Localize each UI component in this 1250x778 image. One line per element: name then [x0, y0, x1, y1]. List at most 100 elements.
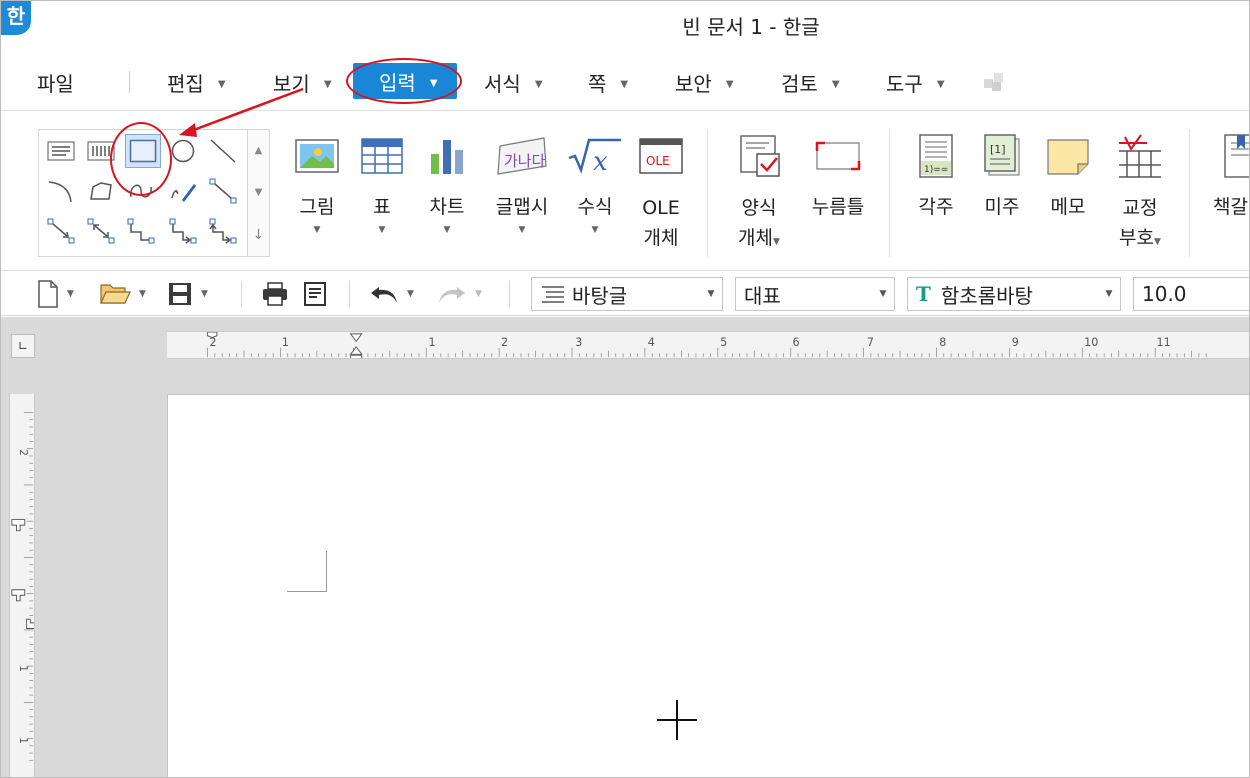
undo-button[interactable]: ▼: [369, 280, 414, 308]
insert-picture-label: 그림: [299, 196, 335, 218]
menu-tools-label: 도구: [886, 72, 923, 96]
paragraph-style-select[interactable]: 바탕글 ▼: [531, 277, 723, 311]
chevron-down-icon: ▼: [831, 79, 840, 90]
insert-wordart-button[interactable]: 가나다 글맵시 ▼: [489, 133, 555, 235]
insert-form-label-line2: 개체: [738, 227, 774, 249]
language-value: 대표: [744, 283, 781, 308]
form-checkbox-icon: [740, 135, 780, 177]
shape-arc-icon[interactable]: [45, 176, 77, 206]
connector-elbow-arrow-icon[interactable]: [167, 216, 199, 246]
font-size-input[interactable]: 10.0: [1133, 277, 1249, 311]
app-logo-icon[interactable]: 한: [1, 1, 31, 35]
insert-endnote-button[interactable]: [1] 미주: [975, 133, 1029, 221]
page-margin-corner-mark: [287, 551, 327, 592]
insert-formula-button[interactable]: x 수식 ▼: [565, 133, 625, 235]
menu-file[interactable]: 파일: [37, 68, 74, 97]
insert-ole-button[interactable]: OLE OLE 개체: [635, 133, 687, 253]
ruler-label: 9: [1012, 336, 1019, 349]
insert-bookmark-label: 책갈: [1213, 196, 1248, 218]
menu-review-label: 검토: [781, 72, 818, 96]
indent-marker-icon[interactable]: [349, 333, 363, 359]
svg-text:[1]: [1]: [990, 143, 1006, 156]
font-size-value: 10.0: [1142, 282, 1187, 306]
insert-press-frame-label: 누름틀: [811, 196, 865, 218]
font-select[interactable]: T 함초롬바탕 ▼: [907, 277, 1121, 311]
open-document-button[interactable]: ▼: [99, 280, 146, 308]
insert-form-object-button[interactable]: 양식 개체▼: [729, 133, 789, 257]
menu-tools[interactable]: 도구 ▼: [886, 68, 945, 97]
tab-stop-corner-icon[interactable]: ∟: [11, 334, 35, 358]
top-margin-marker-icon[interactable]: [11, 519, 26, 532]
new-document-icon: [38, 280, 58, 308]
insert-proofreading-mark-button[interactable]: 교정 부호▼: [1107, 133, 1173, 257]
shape-polygon-icon[interactable]: [85, 176, 117, 206]
print-preview-button[interactable]: [303, 280, 327, 308]
ruler-label: 6: [793, 336, 800, 349]
new-document-button[interactable]: ▼: [37, 280, 74, 308]
body-marker-icon[interactable]: [26, 618, 35, 629]
connector-double-arrow-icon[interactable]: [85, 216, 117, 246]
ribbon-separator: [889, 129, 890, 257]
shape-connector-icon[interactable]: [207, 176, 239, 206]
menu-format-label: 서식: [484, 72, 521, 96]
save-icon: [169, 283, 191, 305]
menu-security-label: 보안: [675, 72, 712, 96]
svg-text:x: x: [593, 147, 608, 176]
connector-elbow-double-arrow-icon[interactable]: [207, 216, 239, 246]
save-button[interactable]: ▼: [167, 280, 208, 308]
horizontal-ruler[interactable]: 2 1 1 2 3 4 5 6 7 8 9 10 11: [167, 331, 1250, 359]
toolbar-separator: [349, 281, 350, 307]
menu-page-label: 쪽: [588, 72, 607, 96]
language-select[interactable]: 대표 ▼: [735, 277, 895, 311]
insert-ole-label-line2: 개체: [643, 227, 679, 249]
menu-security[interactable]: 보안 ▼: [675, 68, 734, 97]
insert-chart-button[interactable]: 차트 ▼: [419, 133, 475, 235]
ruler-ticks: [23, 412, 34, 761]
crosshair-cursor-icon: [657, 700, 697, 740]
header-marker-icon[interactable]: [11, 589, 26, 602]
menu-review[interactable]: 검토 ▼: [781, 68, 840, 97]
chevron-down-icon: ▼: [620, 79, 629, 90]
insert-endnote-label: 미주: [984, 196, 1020, 218]
chevron-down-icon: ▼: [707, 289, 715, 299]
endnote-icon: [1]: [984, 134, 1020, 176]
standard-toolbar: ▼ ▼ ▼ ▼ ▼ 바탕글 ▼ 대표 ▼ T 함초롬바탕 ▼ 10.0: [1, 272, 1249, 316]
chevron-down-icon: ▼: [534, 79, 543, 90]
insert-press-frame-button[interactable]: 누름틀: [805, 133, 871, 221]
insert-chart-label: 차트: [429, 196, 465, 218]
print-button[interactable]: [261, 280, 289, 308]
ruler-label: 10: [1084, 336, 1098, 349]
font-value: 함초롬바탕: [940, 283, 1033, 308]
print-preview-icon: [304, 282, 326, 306]
insert-footnote-label: 각주: [918, 196, 954, 218]
ribbon-options-icon[interactable]: [981, 69, 1007, 95]
insert-footnote-button[interactable]: 1)== 각주: [909, 133, 963, 221]
shape-freehand-pen-icon[interactable]: [167, 176, 199, 206]
connector-straight-arrow-icon[interactable]: [45, 216, 77, 246]
ruler-label: 4: [648, 336, 655, 349]
menu-format[interactable]: 서식 ▼: [484, 68, 543, 97]
ruler-label: 11: [1157, 336, 1171, 349]
table-icon: [361, 138, 403, 174]
insert-memo-button[interactable]: 메모: [1041, 133, 1095, 221]
document-page[interactable]: [167, 394, 1249, 777]
menu-file-label: 파일: [37, 72, 74, 96]
vertical-ruler[interactable]: 2112: [9, 394, 35, 778]
memo-icon: [1047, 139, 1089, 175]
shape-textbox-icon[interactable]: [45, 136, 77, 166]
ruler-label: 2: [209, 336, 216, 349]
open-folder-icon: [100, 284, 131, 304]
chevron-down-icon: ▼: [725, 79, 734, 90]
ruler-labels: 2112: [17, 449, 28, 743]
formula-sqrt-icon: x: [568, 138, 621, 176]
menu-page[interactable]: 쪽 ▼: [588, 68, 628, 97]
bookmark-icon: [1224, 134, 1249, 178]
insert-form-label-line1: 양식: [741, 197, 777, 219]
insert-table-button[interactable]: 표 ▼: [357, 133, 407, 235]
expand-gallery-icon[interactable]: ↓: [248, 214, 269, 256]
connector-elbow-icon[interactable]: [125, 216, 157, 246]
insert-bookmark-button[interactable]: 책갈: [1207, 133, 1249, 221]
left-margin-marker-icon[interactable]: [207, 332, 218, 339]
scroll-down-icon[interactable]: ▼: [248, 172, 269, 214]
insert-proof-label-line2: 부호: [1119, 227, 1155, 249]
